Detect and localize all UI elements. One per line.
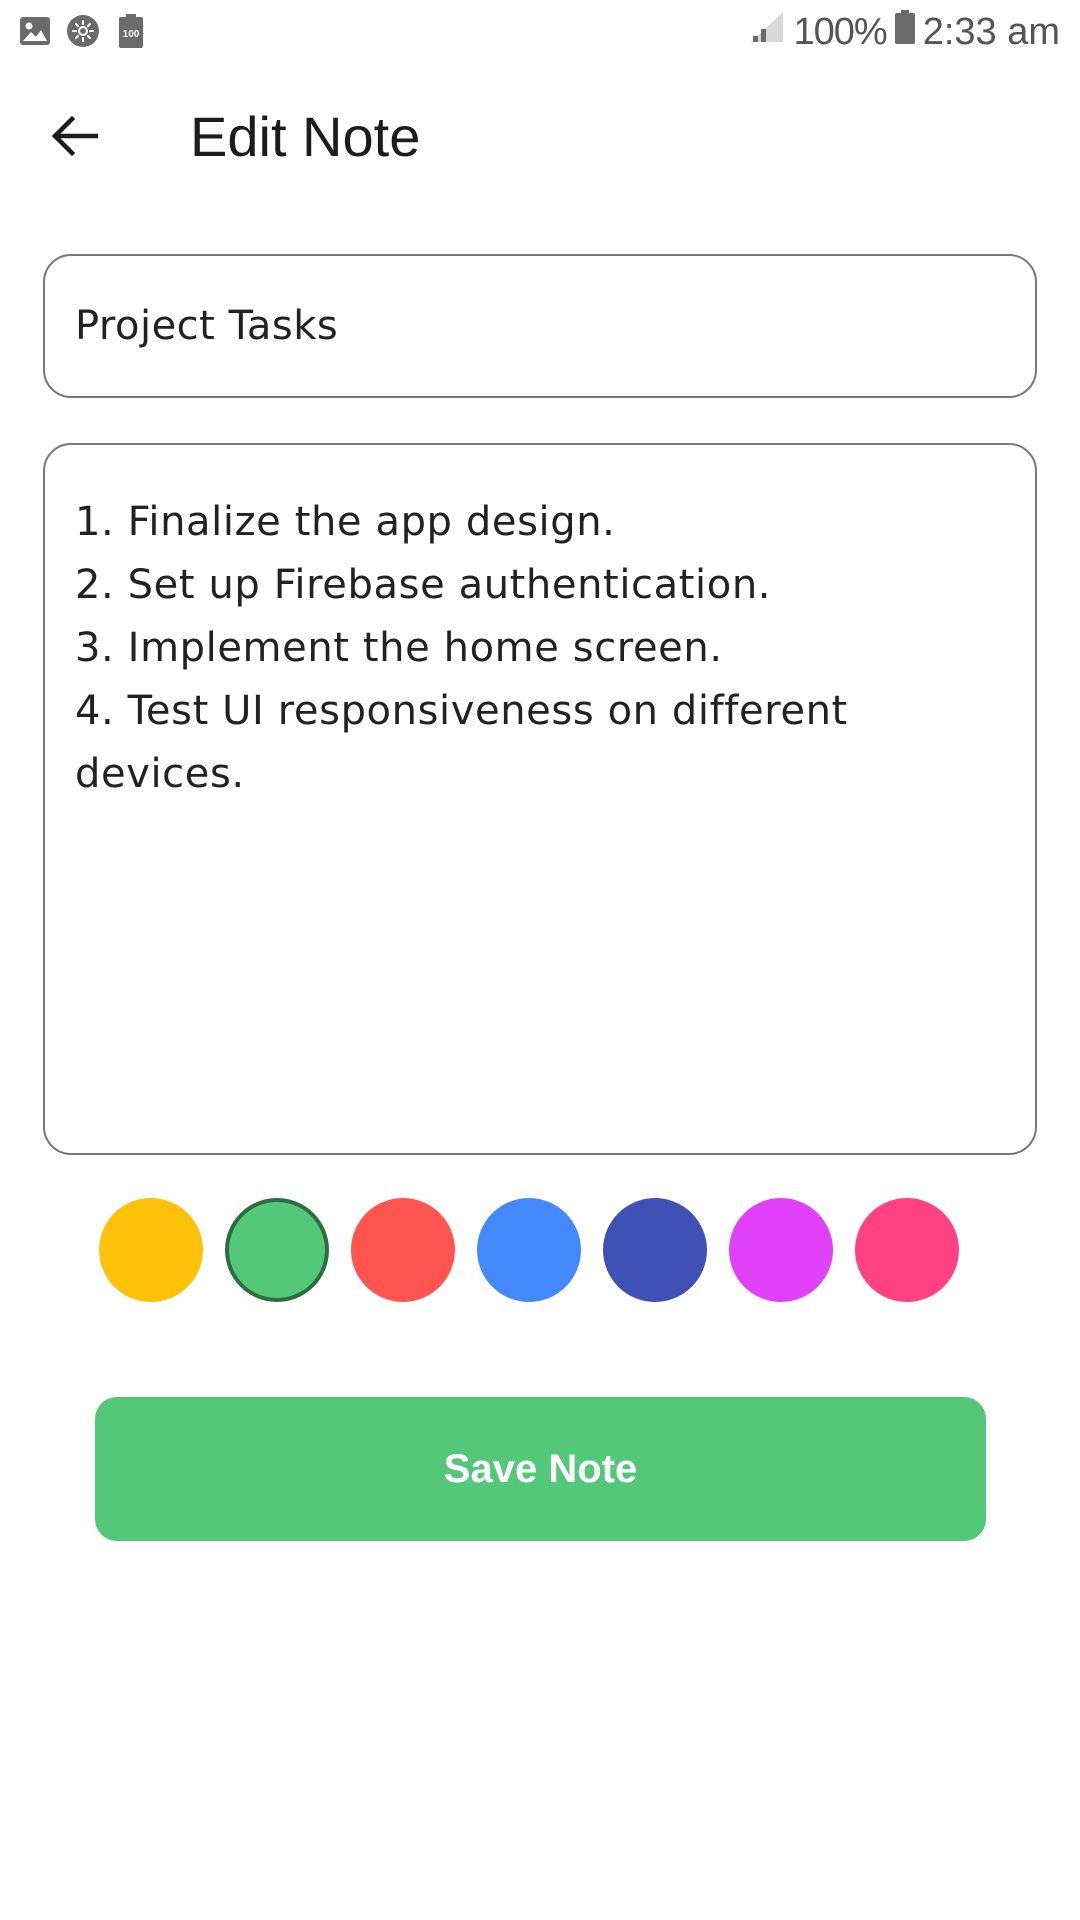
battery-icon bbox=[894, 10, 915, 54]
note-content-field[interactable]: 1. Finalize the app design. 2. Set up Fi… bbox=[43, 443, 1037, 1155]
color-swatch[interactable] bbox=[477, 1198, 581, 1302]
battery-saver-icon: 100 bbox=[114, 14, 148, 48]
save-note-button[interactable]: Save Note bbox=[95, 1397, 986, 1541]
gallery-icon bbox=[18, 14, 52, 48]
color-swatch[interactable] bbox=[855, 1198, 959, 1302]
color-swatch[interactable] bbox=[99, 1198, 203, 1302]
battery-percent: 100% bbox=[793, 10, 887, 53]
clock: 2:33 am bbox=[922, 10, 1060, 53]
back-button[interactable] bbox=[44, 110, 104, 166]
note-content-input[interactable]: 1. Finalize the app design. 2. Set up Fi… bbox=[75, 491, 995, 1111]
status-bar: 100 100% 2:33 am bbox=[0, 0, 1080, 66]
color-swatch[interactable] bbox=[351, 1198, 455, 1302]
page-title: Edit Note bbox=[190, 105, 421, 168]
signal-icon bbox=[749, 10, 785, 54]
app-bar: Edit Note bbox=[0, 90, 1080, 182]
color-swatch[interactable] bbox=[225, 1198, 329, 1302]
color-swatch[interactable] bbox=[729, 1198, 833, 1302]
status-bar-system: 100% 2:33 am bbox=[749, 10, 1060, 54]
note-title-input[interactable] bbox=[75, 256, 1005, 396]
arrow-back-icon bbox=[50, 114, 99, 163]
battery-saver-label: 100 bbox=[123, 29, 140, 40]
brightness-icon bbox=[66, 14, 100, 48]
status-bar-notifications: 100 bbox=[18, 14, 148, 48]
color-picker bbox=[99, 1198, 959, 1302]
note-title-field[interactable] bbox=[43, 254, 1037, 398]
color-swatch[interactable] bbox=[603, 1198, 707, 1302]
